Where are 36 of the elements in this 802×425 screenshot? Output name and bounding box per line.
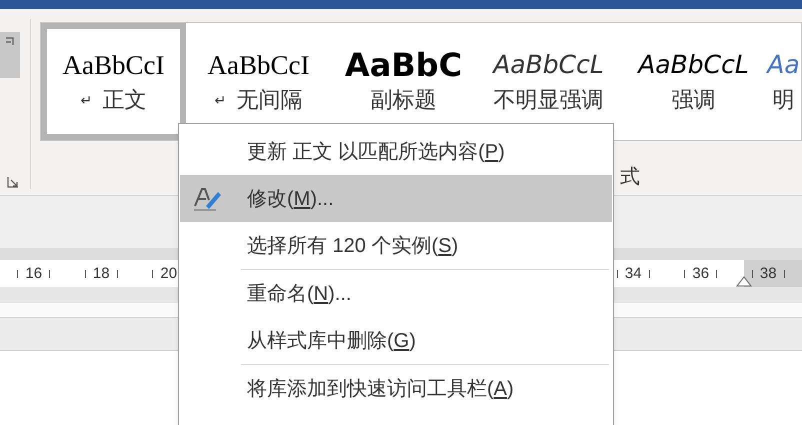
ruler-number: 20 bbox=[160, 266, 178, 281]
menu-item-label: 从样式库中删除(G) bbox=[247, 328, 416, 354]
style-name: 副标题 bbox=[370, 89, 436, 111]
style-preview: AaBbCcI bbox=[62, 49, 164, 82]
menu-item-label: 修改(M)... bbox=[247, 186, 334, 212]
style-name: 无间隔 bbox=[236, 89, 302, 111]
menu-item[interactable]: 修改(M)... bbox=[180, 175, 612, 222]
style-preview: AaBbC bbox=[344, 45, 462, 85]
style-preview: AaBbCcL bbox=[638, 49, 749, 81]
paragraph-mark: ↵ bbox=[80, 93, 92, 107]
pen-icon bbox=[192, 186, 224, 212]
ruler-number: 38 bbox=[760, 266, 777, 281]
ribbon-button[interactable] bbox=[0, 32, 20, 78]
ruler-number: 18 bbox=[92, 266, 110, 281]
ruler-number: 34 bbox=[624, 266, 642, 281]
dialog-launcher-icon[interactable] bbox=[7, 176, 19, 188]
menu-item-label: 将库添加到快速访问工具栏(A) bbox=[247, 376, 514, 402]
menu-item-label: 重命名(N)... bbox=[247, 282, 352, 306]
style-name: 正文 bbox=[102, 89, 146, 111]
style-item[interactable]: AaBbCcL 强调 bbox=[621, 23, 766, 140]
style-item[interactable]: AaBbCcI ↵ 正文 bbox=[41, 23, 186, 140]
style-name: 强调 bbox=[672, 89, 716, 111]
paragraph-icon bbox=[5, 36, 15, 48]
ruler-number: 36 bbox=[692, 266, 710, 281]
ruler-number: 16 bbox=[25, 266, 42, 281]
menu-item-label: 选择所有 120 个实例(S) bbox=[247, 234, 458, 258]
menu-item-label: 更新 正文 以匹配所选内容(P) bbox=[247, 140, 505, 164]
ruler-margin bbox=[744, 260, 802, 287]
style-name: 不明显强调 bbox=[494, 89, 604, 111]
paragraph-mark: ↵ bbox=[214, 93, 226, 107]
style-name: 明 bbox=[772, 89, 794, 111]
style-preview: AaBbCcL bbox=[493, 49, 604, 81]
group-label: 式 bbox=[620, 167, 640, 187]
style-preview: Aa bbox=[767, 49, 800, 81]
style-preview: AaBbCcI bbox=[208, 49, 310, 82]
style-item[interactable]: Aa 明 bbox=[766, 23, 801, 140]
